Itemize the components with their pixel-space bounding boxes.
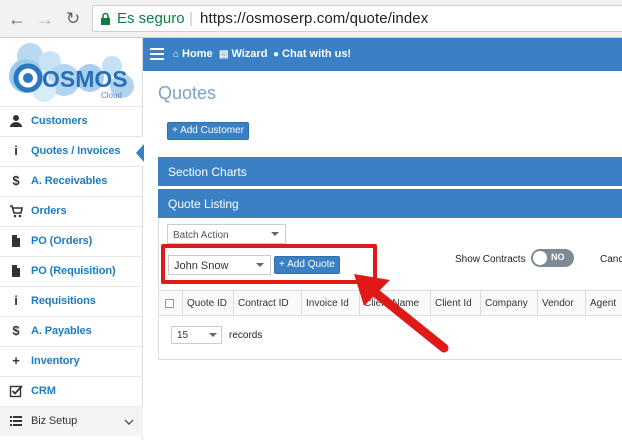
sidebar-item-label: A. Payables — [31, 325, 92, 337]
sidebar-item-biz-setup[interactable]: Biz Setup — [0, 406, 143, 436]
book-icon: ▤ — [219, 49, 229, 60]
column-header-quote-id[interactable]: Quote ID — [182, 291, 233, 316]
toggle-state-label: NO — [551, 252, 565, 262]
info-icon: i — [14, 293, 18, 308]
sidebar-item-label: Orders — [31, 205, 67, 217]
sidebar-item-crm[interactable]: CRM — [0, 376, 143, 406]
svg-text:Cloud: Cloud — [101, 91, 122, 100]
sidebar-item-po-requisition[interactable]: PO (Requisition) — [0, 256, 143, 286]
sidebar-item-label: Requisitions — [31, 295, 96, 307]
secure-label: Es seguro — [117, 10, 185, 27]
nav-chat[interactable]: ● Chat with us! — [273, 48, 351, 60]
plus-icon: + — [12, 353, 20, 368]
section-charts-header[interactable]: Section Charts — [158, 157, 622, 186]
add-customer-label: Add Customer — [180, 125, 244, 136]
lock-icon — [101, 12, 110, 25]
address-bar[interactable]: Es seguro | https://osmoserp.com/quote/i… — [92, 5, 622, 32]
red-arrow-annotation — [354, 274, 449, 353]
batch-action-value: Batch Action — [173, 230, 229, 241]
chevron-down-icon — [124, 419, 134, 425]
sidebar-item-label: Biz Setup — [31, 415, 78, 427]
hamburger-menu-icon[interactable] — [150, 48, 164, 60]
sidebar-item-label: PO (Orders) — [31, 235, 93, 247]
highlight-box — [161, 244, 377, 284]
url-text[interactable]: https://osmoserp.com/quote/index — [200, 6, 428, 31]
sidebar-item-label: A. Receivables — [31, 175, 108, 187]
nav-home[interactable]: ⌂ Home — [173, 48, 213, 60]
nav-wizard-label: Wizard — [231, 48, 268, 60]
select-all-cell — [159, 291, 182, 316]
sidebar-item-label: PO (Requisition) — [31, 265, 116, 277]
sidebar-item-requisitions[interactable]: i Requisitions — [0, 286, 143, 316]
column-header-company[interactable]: Company — [480, 291, 537, 316]
sidebar-item-label: CRM — [31, 385, 56, 397]
info-icon: i — [14, 143, 18, 158]
checkbox-icon — [9, 384, 23, 398]
osmos-logo: OSMOS Cloud — [9, 43, 134, 102]
dollar-icon: $ — [12, 323, 20, 338]
sidebar-item-a-payables[interactable]: $ A. Payables — [0, 316, 143, 346]
batch-action-select[interactable]: Batch Action — [167, 224, 286, 244]
cart-icon — [9, 204, 23, 218]
sidebar-item-quotes-invoices[interactable]: i Quotes / Invoices — [0, 136, 152, 166]
sidebar-item-label: Customers — [31, 115, 88, 127]
file-icon — [9, 234, 23, 248]
quote-listing-header[interactable]: Quote Listing — [158, 189, 622, 218]
records-label: records — [229, 330, 263, 341]
sidebar-item-inventory[interactable]: + Inventory — [0, 346, 143, 376]
file-icon — [9, 264, 23, 278]
column-header-contract-id[interactable]: Contract ID — [233, 291, 301, 316]
dollar-icon: $ — [12, 173, 20, 188]
sidebar-item-a-receivables[interactable]: $ A. Receivables — [0, 166, 143, 196]
caret-down-icon — [271, 232, 279, 236]
records-value: 15 — [177, 330, 189, 341]
home-icon: ⌂ — [173, 49, 180, 60]
show-contracts-label: Show Contracts — [455, 254, 526, 265]
nav-chat-label: Chat with us! — [282, 48, 352, 60]
nav-wizard[interactable]: ▤ Wizard — [219, 48, 267, 60]
back-arrow-icon[interactable]: ← — [6, 8, 28, 30]
list-icon — [9, 414, 23, 428]
sidebar-item-label: Quotes / Invoices — [31, 145, 121, 157]
top-navbar: ⌂ Home ▤ Wizard ● Chat with us! — [143, 38, 622, 71]
show-contracts-toggle[interactable]: NO — [531, 249, 574, 267]
plus-icon: + — [172, 125, 181, 136]
cancel-label: Canc — [600, 254, 622, 265]
select-all-checkbox[interactable] — [165, 299, 174, 308]
caret-down-icon — [209, 333, 217, 337]
user-icon — [9, 114, 23, 128]
active-item-indicator — [136, 144, 144, 162]
sidebar-item-label: Inventory — [31, 355, 80, 367]
quote-listing-title: Quote Listing — [168, 197, 239, 211]
sidebar-nav: Customers i Quotes / Invoices $ A. Recei… — [0, 106, 152, 436]
browser-toolbar: ← → ↻ Es seguro | https://osmoserp.com/q… — [0, 0, 622, 38]
section-charts-title: Section Charts — [168, 165, 247, 179]
page-title: Quotes — [158, 83, 217, 103]
sidebar: OSMOS Cloud Customers i Quotes / Invoice… — [0, 38, 152, 440]
column-header-agent[interactable]: Agent — [585, 291, 622, 316]
records-per-page-select[interactable]: 15 — [171, 326, 222, 344]
sidebar-item-po-orders[interactable]: PO (Orders) — [0, 226, 143, 256]
add-customer-button[interactable]: + Add Customer — [167, 122, 249, 140]
svg-text:OSMOS: OSMOS — [42, 66, 128, 92]
reload-icon[interactable]: ↻ — [62, 8, 84, 30]
url-separator: | — [189, 10, 193, 27]
forward-arrow-icon[interactable]: → — [34, 8, 56, 30]
sidebar-item-customers[interactable]: Customers — [0, 106, 143, 136]
chat-icon: ● — [273, 49, 280, 60]
nav-home-label: Home — [182, 48, 213, 60]
toggle-knob — [533, 251, 547, 265]
column-header-vendor[interactable]: Vendor — [537, 291, 585, 316]
sidebar-item-orders[interactable]: Orders — [0, 196, 143, 226]
